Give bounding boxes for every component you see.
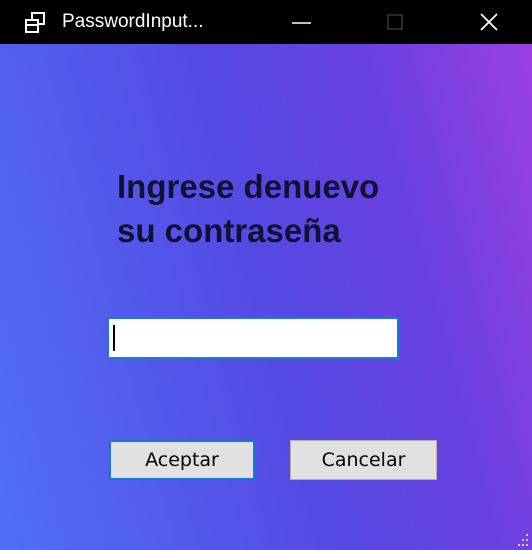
minimize-icon bbox=[292, 22, 311, 24]
title-bar[interactable]: PasswordInput... bbox=[0, 0, 532, 44]
maximize-icon bbox=[387, 14, 403, 30]
accept-button[interactable]: Aceptar bbox=[109, 440, 255, 480]
resize-grip-icon[interactable] bbox=[516, 532, 530, 548]
maximize-button[interactable] bbox=[372, 0, 418, 44]
window-title: PasswordInput... bbox=[62, 11, 204, 32]
password-input[interactable] bbox=[107, 317, 399, 359]
minimize-button[interactable] bbox=[278, 0, 324, 44]
prompt-line-1: Ingrese denuevo bbox=[117, 168, 380, 205]
prompt-line-2: su contraseña bbox=[117, 212, 341, 249]
text-caret bbox=[113, 325, 115, 351]
dialog-body bbox=[0, 44, 532, 550]
cancel-button[interactable]: Cancelar bbox=[290, 440, 437, 480]
resize-grip-graphic bbox=[518, 534, 528, 546]
close-icon bbox=[480, 13, 498, 31]
window-restore-icon bbox=[24, 12, 46, 34]
window-restore-icon-graphic bbox=[25, 12, 45, 33]
password-input-window: PasswordInput... Ingrese denuevo su cont… bbox=[0, 0, 532, 550]
close-button[interactable] bbox=[466, 0, 512, 44]
password-prompt: Ingrese denuevo su contraseña bbox=[117, 165, 457, 253]
